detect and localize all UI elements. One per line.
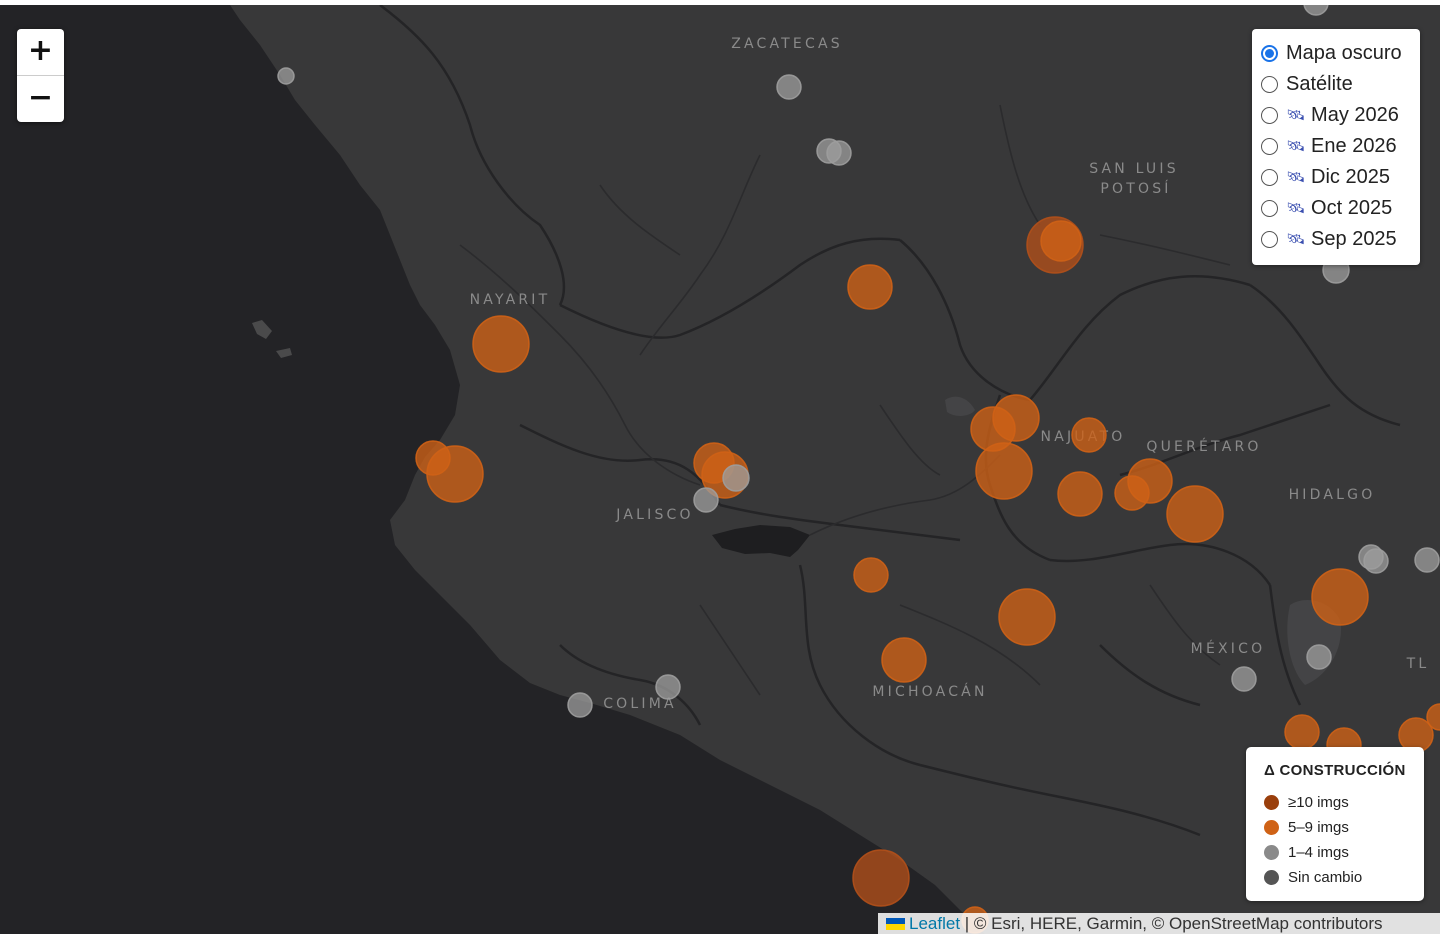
change-marker[interactable] — [693, 487, 719, 513]
change-marker[interactable] — [1311, 568, 1369, 626]
change-marker[interactable] — [992, 394, 1040, 442]
change-marker[interactable] — [1414, 547, 1440, 573]
change-marker[interactable] — [998, 588, 1056, 646]
leaflet-link[interactable]: Leaflet — [909, 914, 960, 933]
change-marker[interactable] — [567, 692, 593, 718]
legend-label: Sin cambio — [1288, 868, 1363, 886]
legend-label: 5–9 imgs — [1288, 818, 1349, 836]
change-marker[interactable] — [975, 442, 1033, 500]
layer-radio[interactable] — [1261, 230, 1278, 248]
change-marker[interactable] — [1071, 417, 1107, 453]
layer-label: Mapa oscuro — [1286, 41, 1402, 64]
layer-label: May 2026 — [1311, 103, 1399, 126]
change-marker[interactable] — [776, 74, 802, 100]
legend-item: Sin cambio — [1264, 867, 1362, 887]
state-label: MÉXICO — [1191, 640, 1266, 657]
state-label: MICHOACÁN — [872, 683, 987, 700]
state-label: TL — [1406, 656, 1430, 672]
legend-item: 1–4 imgs — [1264, 842, 1349, 862]
zoom-in-button[interactable]: + — [17, 29, 64, 76]
layer-radio[interactable] — [1261, 106, 1278, 124]
layer-option[interactable]: 🛰 Oct 2025 — [1261, 193, 1392, 223]
legend-swatch — [1264, 819, 1279, 835]
layer-radio[interactable] — [1261, 137, 1278, 155]
change-marker[interactable] — [826, 140, 852, 166]
layer-label: Dic 2025 — [1311, 165, 1390, 188]
legend-swatch — [1264, 869, 1279, 885]
zoom-control: + − — [17, 29, 64, 122]
change-marker[interactable] — [1284, 714, 1320, 750]
change-marker[interactable] — [655, 674, 681, 700]
change-marker[interactable] — [1166, 485, 1224, 543]
legend-item: 5–9 imgs — [1264, 817, 1349, 837]
attribution: Leaflet | © Esri, HERE, Garmin, © OpenSt… — [878, 913, 1440, 934]
change-marker[interactable] — [1231, 666, 1257, 692]
change-marker[interactable] — [1127, 458, 1173, 504]
change-marker[interactable] — [722, 464, 750, 492]
state-label: HIDALGO — [1289, 487, 1376, 503]
ukraine-flag-icon — [886, 918, 905, 930]
change-marker[interactable] — [277, 67, 295, 85]
state-label: SAN LUIS — [1089, 161, 1179, 177]
layer-radio[interactable] — [1261, 44, 1278, 62]
change-marker[interactable] — [415, 440, 451, 476]
change-marker[interactable] — [847, 264, 893, 310]
layer-label: Ene 2026 — [1311, 134, 1397, 157]
layer-radio[interactable] — [1261, 168, 1278, 186]
layer-label: Satélite — [1286, 72, 1353, 95]
map-canvas[interactable]: ZACATECASSAN LUISPOTOSÍNAYARITNAJUATOQUE… — [0, 5, 1440, 934]
satellite-icon: 🛰 — [1286, 107, 1306, 124]
legend-item: ≥10 imgs — [1264, 792, 1349, 812]
layer-option[interactable]: 🛰 Ene 2026 — [1261, 131, 1397, 161]
state-label: JALISCO — [615, 507, 693, 523]
layer-radio[interactable] — [1261, 75, 1278, 93]
layer-radio[interactable] — [1261, 199, 1278, 217]
legend-swatch — [1264, 794, 1279, 810]
layer-option[interactable]: Satélite — [1261, 69, 1353, 99]
layer-option[interactable]: Mapa oscuro — [1261, 38, 1402, 68]
legend: Δ CONSTRUCCIÓN ≥10 imgs 5–9 imgs 1–4 imgs S… — [1246, 747, 1424, 901]
layer-option[interactable]: 🛰 May 2026 — [1261, 100, 1399, 130]
state-label: QUERÉTARO — [1146, 438, 1261, 455]
state-label: POTOSÍ — [1100, 180, 1171, 197]
state-label: ZACATECAS — [731, 36, 843, 52]
layer-option[interactable]: 🛰 Sep 2025 — [1261, 224, 1397, 254]
change-marker[interactable] — [852, 849, 910, 907]
satellite-icon: 🛰 — [1286, 169, 1306, 186]
satellite-icon: 🛰 — [1286, 138, 1306, 155]
change-marker[interactable] — [853, 557, 889, 593]
change-marker[interactable] — [1306, 644, 1332, 670]
change-marker[interactable] — [881, 637, 927, 683]
basemap: ZACATECASSAN LUISPOTOSÍNAYARITNAJUATOQUE… — [0, 5, 1440, 934]
legend-label: ≥10 imgs — [1288, 793, 1349, 811]
satellite-icon: 🛰 — [1286, 231, 1306, 248]
legend-title: Δ CONSTRUCCIÓN — [1264, 762, 1406, 779]
change-marker[interactable] — [1363, 548, 1389, 574]
layer-label: Sep 2025 — [1311, 227, 1397, 250]
layer-option[interactable]: 🛰 Dic 2025 — [1261, 162, 1390, 192]
legend-swatch — [1264, 844, 1279, 860]
change-marker[interactable] — [472, 315, 530, 373]
change-marker[interactable] — [1057, 471, 1103, 517]
state-label: NAYARIT — [470, 292, 551, 308]
satellite-icon: 🛰 — [1286, 200, 1306, 217]
zoom-out-button[interactable]: − — [17, 76, 64, 122]
legend-label: 1–4 imgs — [1288, 843, 1349, 861]
change-marker[interactable] — [1040, 220, 1082, 262]
layer-label: Oct 2025 — [1311, 196, 1393, 219]
attribution-text: | © Esri, HERE, Garmin, © OpenStreetMap … — [960, 914, 1383, 933]
layer-control: Mapa oscuro Satélite 🛰 May 2026 🛰 Ene 2026 🛰 Di… — [1252, 29, 1420, 265]
